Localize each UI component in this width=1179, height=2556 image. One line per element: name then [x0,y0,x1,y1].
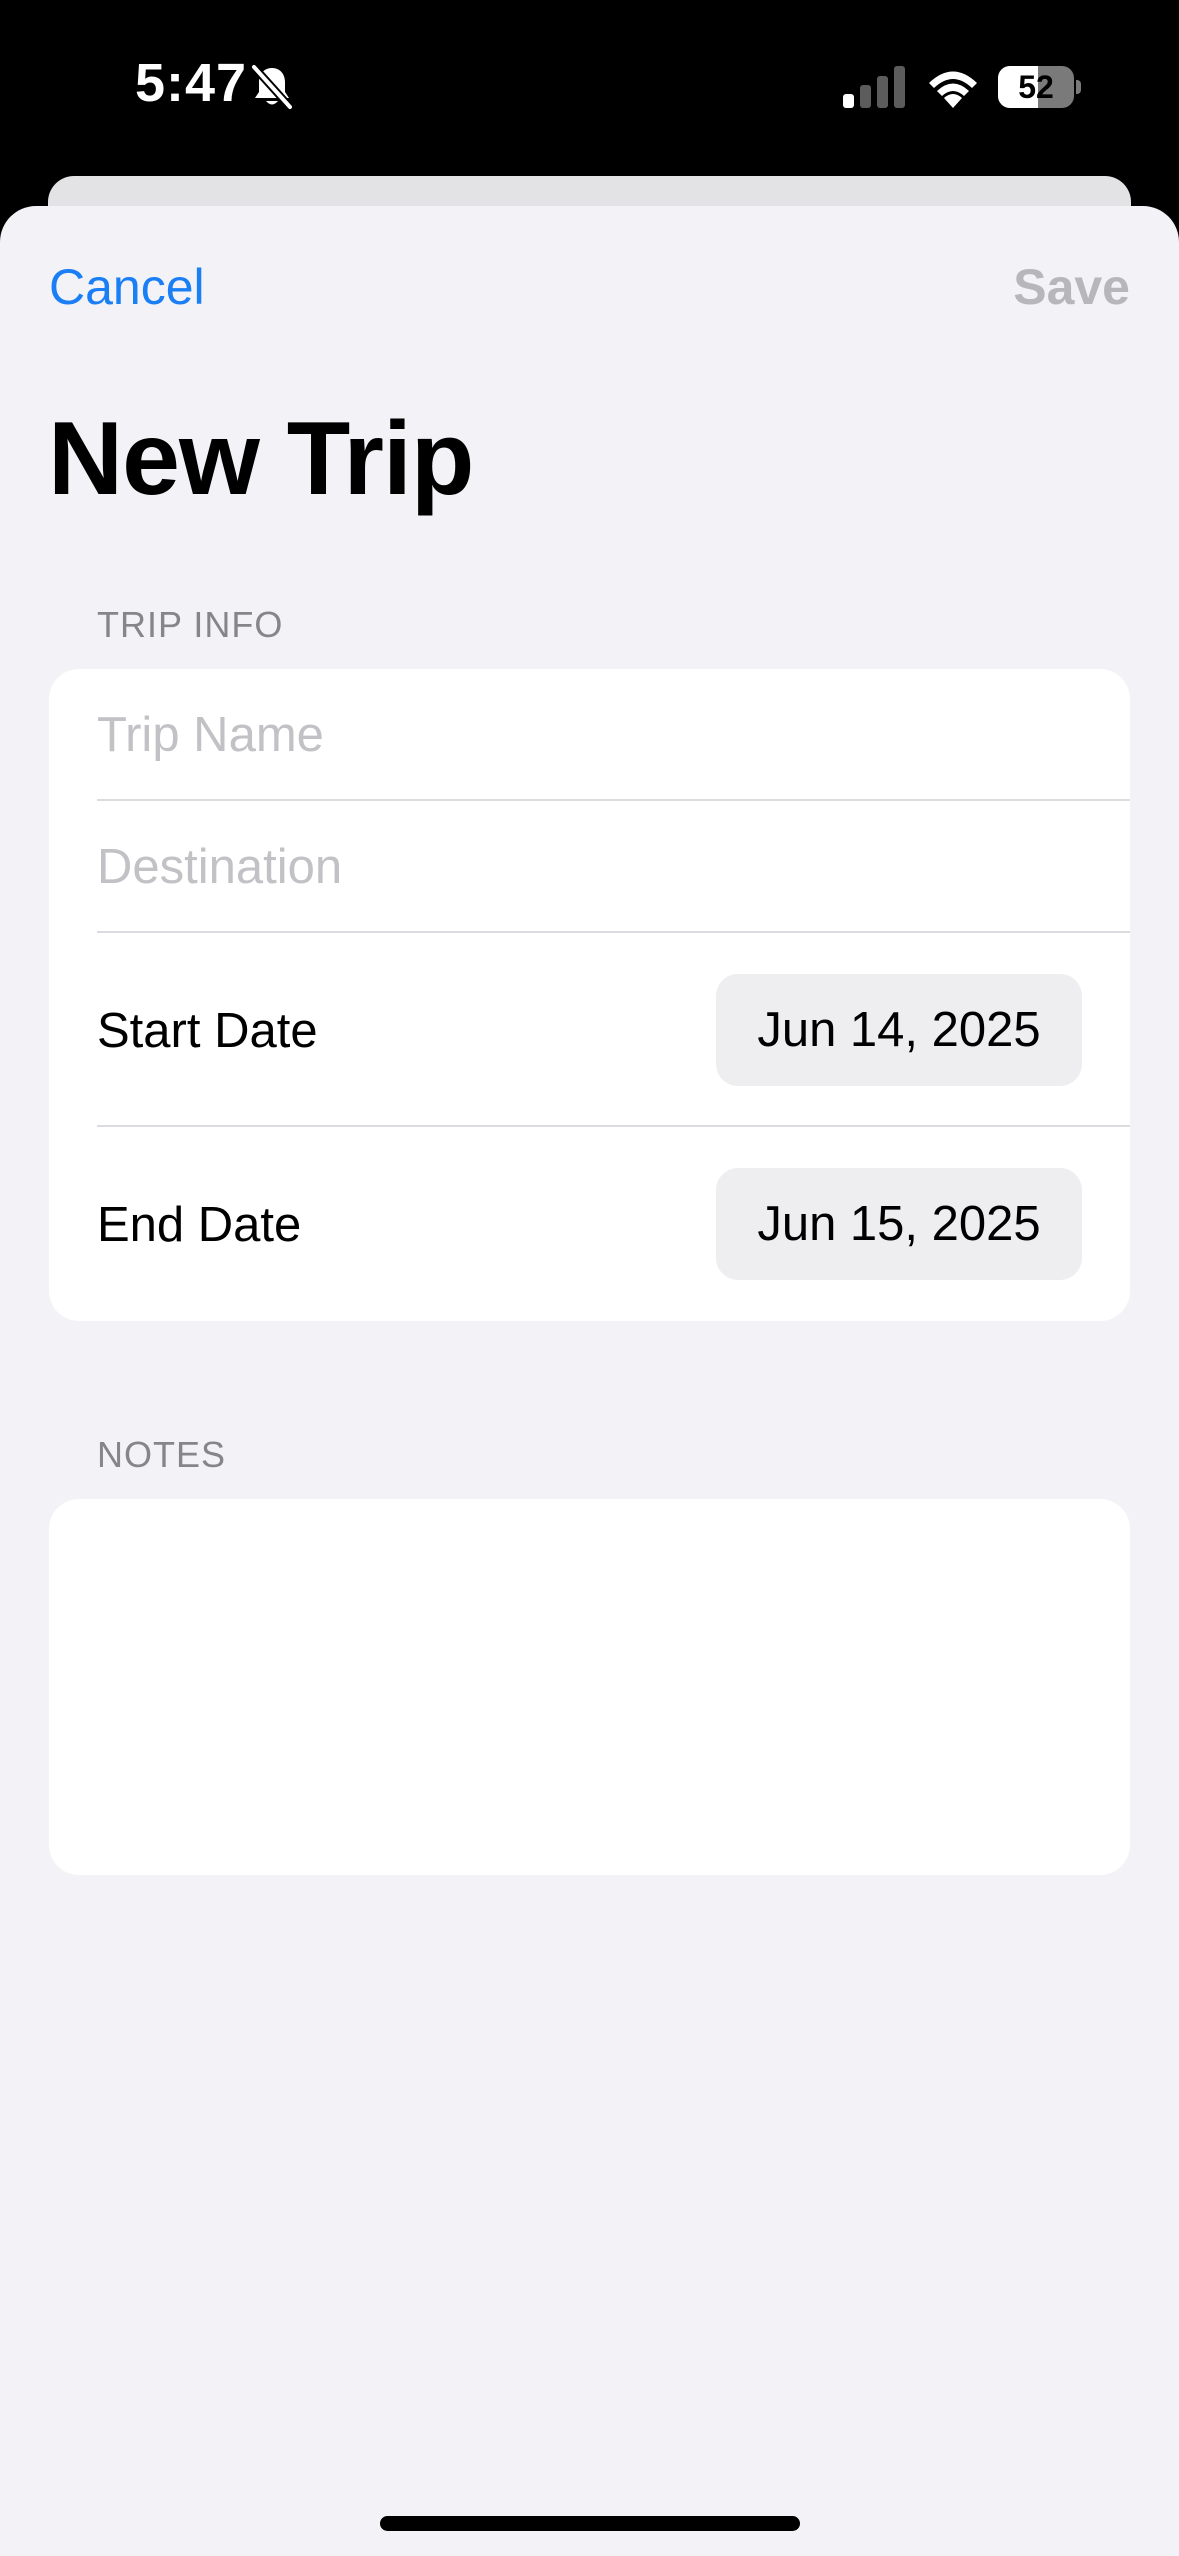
battery-icon: 52 [998,66,1081,108]
notes-card [49,1499,1130,1875]
end-date-row: End Date Jun 15, 2025 [49,1127,1130,1321]
start-date-label: Start Date [97,1004,318,1058]
wifi-icon [929,71,977,108]
start-date-picker[interactable]: Jun 14, 2025 [716,974,1082,1086]
cancel-button[interactable]: Cancel [49,258,205,316]
screen: 5:47 52 Cancel Save New Trip TRIP INFO T… [0,0,1179,2556]
cellular-signal-icon [843,66,905,108]
section-header-trip-info: TRIP INFO [97,604,284,645]
trip-name-row [49,669,1130,801]
modal-sheet [0,206,1179,2556]
trip-name-input[interactable] [97,669,1097,801]
trip-info-card: Start Date Jun 14, 2025 End Date Jun 15,… [49,669,1130,1321]
page-title: New Trip [48,401,474,517]
destination-row [49,801,1130,933]
bell-slash-icon [251,64,293,110]
end-date-label: End Date [97,1198,302,1252]
save-button[interactable]: Save [1013,258,1130,316]
home-indicator[interactable] [380,2516,800,2531]
battery-cap [1076,80,1081,94]
start-date-row: Start Date Jun 14, 2025 [49,933,1130,1127]
section-header-notes: NOTES [97,1434,227,1475]
battery-body: 52 [998,66,1074,108]
status-time: 5:47 [135,53,248,113]
destination-input[interactable] [97,801,1097,933]
notes-text-area[interactable] [49,1499,1130,1875]
end-date-picker[interactable]: Jun 15, 2025 [716,1168,1082,1280]
battery-level: 52 [1018,69,1054,105]
status-bar: 5:47 52 [0,0,1179,175]
